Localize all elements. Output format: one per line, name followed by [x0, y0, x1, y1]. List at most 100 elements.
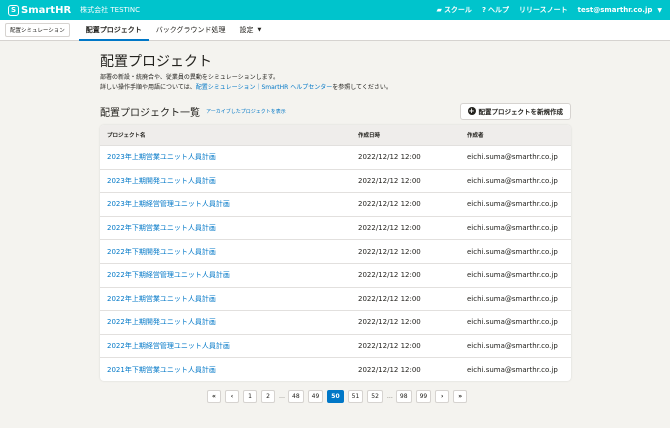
description-line-1: 部署の新設・統廃合や、従業員の異動をシミュレーションします。 — [100, 74, 279, 81]
project-table: プロジェクト名 作成日時 作成者 2023年上期営業ユニット人員計画 2022/1… — [100, 125, 571, 381]
logo-text: SmartHR — [21, 4, 72, 16]
release-notes-link[interactable]: リリースノート — [519, 5, 568, 15]
project-name-link[interactable]: 2022年下期営業ユニット人員計画 — [107, 224, 216, 232]
plus-circle-icon: + — [467, 107, 476, 115]
table-row: 2022年下期開発ユニット人員計画 2022/12/12 12:00 eichi.s… — [100, 239, 571, 263]
graduation-cap-icon: ▰ — [436, 6, 442, 14]
show-archived-link[interactable]: アーカイブしたプロジェクトを表示 — [206, 108, 286, 115]
column-header-author[interactable]: 作成者 — [460, 131, 571, 139]
header-links: ▰ スクール ? ヘルプ リリースノート test@smarthr.co.jp … — [437, 5, 662, 15]
page-button[interactable]: 2 — [261, 390, 275, 403]
create-project-button[interactable]: + 配置プロジェクトを新規作成 — [459, 102, 571, 120]
created-at-cell: 2022/12/12 12:00 — [358, 200, 421, 209]
column-header-created[interactable]: 作成日時 — [351, 131, 460, 139]
table-row: 2022年上期経営管理ユニット人員計画 2022/12/12 12:00 eichi… — [100, 333, 571, 358]
school-link[interactable]: ▰ スクール — [437, 5, 472, 15]
author-cell: eichi.suma@smarthr.co.jp — [467, 271, 558, 280]
description-line-2: 詳しい操作手順や用語については、配置シミュレーション｜SmartHR ヘルプセン… — [100, 83, 571, 93]
table-header-row: プロジェクト名 作成日時 作成者 — [100, 125, 571, 145]
project-name-link[interactable]: 2022年上期経営管理ユニット人員計画 — [107, 342, 230, 350]
table-row: 2022年上期営業ユニット人員計画 2022/12/12 12:00 eichi.s… — [100, 286, 571, 311]
logo-mark-icon: S — [8, 4, 19, 16]
project-name-link[interactable]: 2022年上期開発ユニット人員計画 — [107, 318, 216, 326]
pagination-ellipsis: … — [386, 393, 393, 400]
next-page-icon[interactable]: › — [435, 390, 450, 403]
page-button[interactable]: 1 — [243, 390, 257, 403]
created-at-cell: 2022/12/12 12:00 — [358, 294, 421, 303]
section-title: 配置プロジェクト一覧 — [100, 107, 200, 119]
smarthr-logo[interactable]: S SmartHR — [8, 4, 72, 16]
author-cell: eichi.suma@smarthr.co.jp — [467, 200, 558, 209]
description-suffix: を参照してください。 — [332, 84, 392, 91]
created-at-cell: 2022/12/12 12:00 — [358, 318, 421, 327]
project-name-link[interactable]: 2023年上期営業ユニット人員計画 — [107, 153, 216, 161]
page-button[interactable]: 50 — [327, 390, 344, 403]
project-name-cell: 2022年上期営業ユニット人員計画 — [100, 294, 351, 304]
created-at-cell: 2022/12/12 12:00 — [358, 365, 421, 374]
project-name-cell: 2022年下期開発ユニット人員計画 — [100, 247, 351, 257]
chevron-down-icon: ▼ — [257, 27, 262, 33]
tab-settings[interactable]: 設定 ▼ — [233, 20, 269, 40]
table-row: 2023年上期経営管理ユニット人員計画 2022/12/12 12:00 eichi… — [100, 192, 571, 216]
created-at-cell: 2022/12/12 12:00 — [358, 176, 421, 185]
pagination: «‹ 1 2… 48 49 50 51 52… 98 99 ›» — [207, 390, 468, 403]
project-name-link[interactable]: 2023年上期経営管理ユニット人員計画 — [107, 200, 230, 208]
author-cell: eichi.suma@smarthr.co.jp — [467, 224, 558, 233]
author-cell: eichi.suma@smarthr.co.jp — [467, 318, 558, 327]
tab-projects[interactable]: 配置プロジェクト — [78, 20, 149, 41]
project-name-link[interactable]: 2021年下期営業ユニット人員計画 — [107, 366, 216, 374]
page-button[interactable]: 49 — [307, 390, 324, 403]
page-button[interactable]: 48 — [288, 390, 304, 403]
tab-background-jobs[interactable]: バックグラウンド処理 — [149, 20, 233, 40]
author-cell: eichi.suma@smarthr.co.jp — [467, 365, 558, 374]
created-at-cell: 2022/12/12 12:00 — [358, 271, 421, 280]
project-list-header: 配置プロジェクト一覧 アーカイブしたプロジェクトを表示 + 配置プロジェクトを新… — [100, 102, 571, 120]
project-name-link[interactable]: 2023年上期開発ユニット人員計画 — [107, 177, 216, 185]
created-at-cell: 2022/12/12 12:00 — [358, 224, 421, 233]
user-menu[interactable]: test@smarthr.co.jp ▼ — [578, 6, 662, 14]
table-body: 2023年上期営業ユニット人員計画 2022/12/12 12:00 eichi.s… — [100, 145, 571, 381]
project-name-link[interactable]: 2022年下期開発ユニット人員計画 — [107, 248, 216, 256]
page-button[interactable]: 51 — [347, 390, 364, 403]
sub-navigation: 配置シミュレーション 配置プロジェクト バックグラウンド処理 設定 ▼ — [0, 20, 670, 41]
project-name-cell: 2023年上期開発ユニット人員計画 — [100, 176, 351, 186]
help-link[interactable]: ? ヘルプ — [482, 5, 509, 15]
page-button[interactable]: 99 — [415, 390, 432, 403]
page-button[interactable]: 52 — [367, 390, 383, 403]
help-icon: ? — [481, 6, 486, 14]
app-header: S SmartHR 株式会社 TESTINC ▰ スクール ? ヘルプ リリース… — [0, 0, 670, 20]
author-cell: eichi.suma@smarthr.co.jp — [467, 176, 558, 185]
created-at-cell: 2022/12/12 12:00 — [358, 247, 421, 256]
chevron-down-icon: ▼ — [657, 6, 662, 14]
project-name-cell: 2023年上期営業ユニット人員計画 — [100, 152, 351, 162]
help-center-link[interactable]: 配置シミュレーション｜SmartHR ヘルプセンター — [196, 84, 333, 91]
project-name-link[interactable]: 2022年下期経営管理ユニット人員計画 — [107, 271, 230, 279]
table-row: 2022年下期営業ユニット人員計画 2022/12/12 12:00 eichi.s… — [100, 215, 571, 240]
first-page-icon[interactable]: « — [207, 390, 221, 403]
created-at-cell: 2022/12/12 12:00 — [358, 342, 421, 351]
column-header-name[interactable]: プロジェクト名 — [100, 131, 351, 139]
table-row: 2022年下期経営管理ユニット人員計画 2022/12/12 12:00 eichi… — [100, 262, 571, 287]
table-row: 2023年上期営業ユニット人員計画 2022/12/12 12:00 eichi.s… — [100, 145, 571, 169]
project-name-cell: 2022年上期開発ユニット人員計画 — [100, 317, 351, 327]
page-description: 部署の新設・統廃合や、従業員の異動をシミュレーションします。 詳しい操作手順や用… — [100, 73, 571, 93]
pagination-ellipsis: … — [279, 393, 285, 400]
author-cell: eichi.suma@smarthr.co.jp — [467, 247, 558, 256]
create-project-label: 配置プロジェクトを新規作成 — [478, 108, 564, 116]
page-button[interactable]: 98 — [395, 390, 412, 403]
table-row: 2021年下期営業ユニット人員計画 2022/12/12 12:00 eichi.s… — [100, 357, 571, 381]
help-link-label: ヘルプ — [488, 6, 509, 14]
project-name-cell: 2022年上期経営管理ユニット人員計画 — [100, 341, 351, 351]
description-prefix: 詳しい操作手順や用語については、 — [100, 84, 196, 91]
last-page-icon[interactable]: » — [453, 390, 468, 403]
author-cell: eichi.suma@smarthr.co.jp — [467, 153, 558, 162]
school-link-label: スクール — [443, 6, 472, 14]
app-switcher-chip[interactable]: 配置シミュレーション — [5, 23, 70, 37]
project-name-cell: 2021年下期営業ユニット人員計画 — [100, 365, 351, 375]
project-name-cell: 2023年上期経営管理ユニット人員計画 — [100, 199, 351, 209]
author-cell: eichi.suma@smarthr.co.jp — [467, 342, 558, 351]
page-title: 配置プロジェクト — [100, 54, 212, 70]
project-name-link[interactable]: 2022年上期営業ユニット人員計画 — [107, 295, 216, 303]
prev-page-icon[interactable]: ‹ — [225, 390, 239, 403]
created-at-cell: 2022/12/12 12:00 — [358, 153, 421, 162]
